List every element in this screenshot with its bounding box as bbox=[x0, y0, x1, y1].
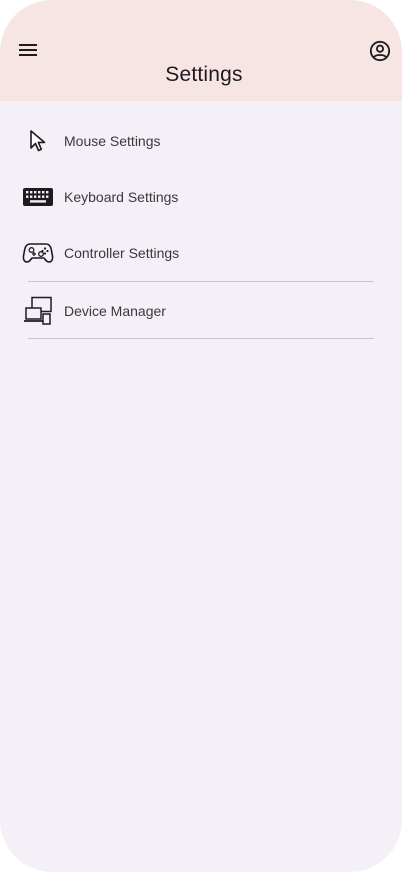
page-title: Settings bbox=[165, 63, 243, 86]
divider bbox=[28, 281, 374, 282]
list-item-label: Controller Settings bbox=[64, 245, 180, 261]
divider bbox=[28, 338, 374, 339]
list-item-device-manager[interactable]: Device Manager bbox=[0, 283, 402, 339]
account-circle-icon bbox=[369, 40, 391, 62]
mouse-pointer-icon bbox=[30, 130, 46, 152]
list-item-label: Mouse Settings bbox=[64, 133, 161, 149]
hamburger-menu-icon bbox=[19, 44, 37, 56]
menu-button[interactable] bbox=[16, 38, 40, 62]
devices-icon bbox=[24, 296, 52, 325]
list-item-mouse-settings[interactable]: Mouse Settings bbox=[0, 113, 402, 169]
gamepad-icon bbox=[22, 243, 54, 263]
account-button[interactable] bbox=[368, 39, 392, 63]
settings-list: Mouse Settings Keyboard Settings Control… bbox=[0, 113, 402, 339]
list-item-controller-settings[interactable]: Controller Settings bbox=[0, 225, 402, 281]
list-item-keyboard-settings[interactable]: Keyboard Settings bbox=[0, 169, 402, 225]
phone-screen: Settings Mouse Settings Keyboard Setting… bbox=[0, 0, 402, 872]
list-item-label: Keyboard Settings bbox=[64, 189, 179, 205]
list-item-label: Device Manager bbox=[64, 303, 166, 319]
top-app-bar: Settings bbox=[0, 0, 402, 101]
keyboard-icon bbox=[23, 188, 53, 206]
